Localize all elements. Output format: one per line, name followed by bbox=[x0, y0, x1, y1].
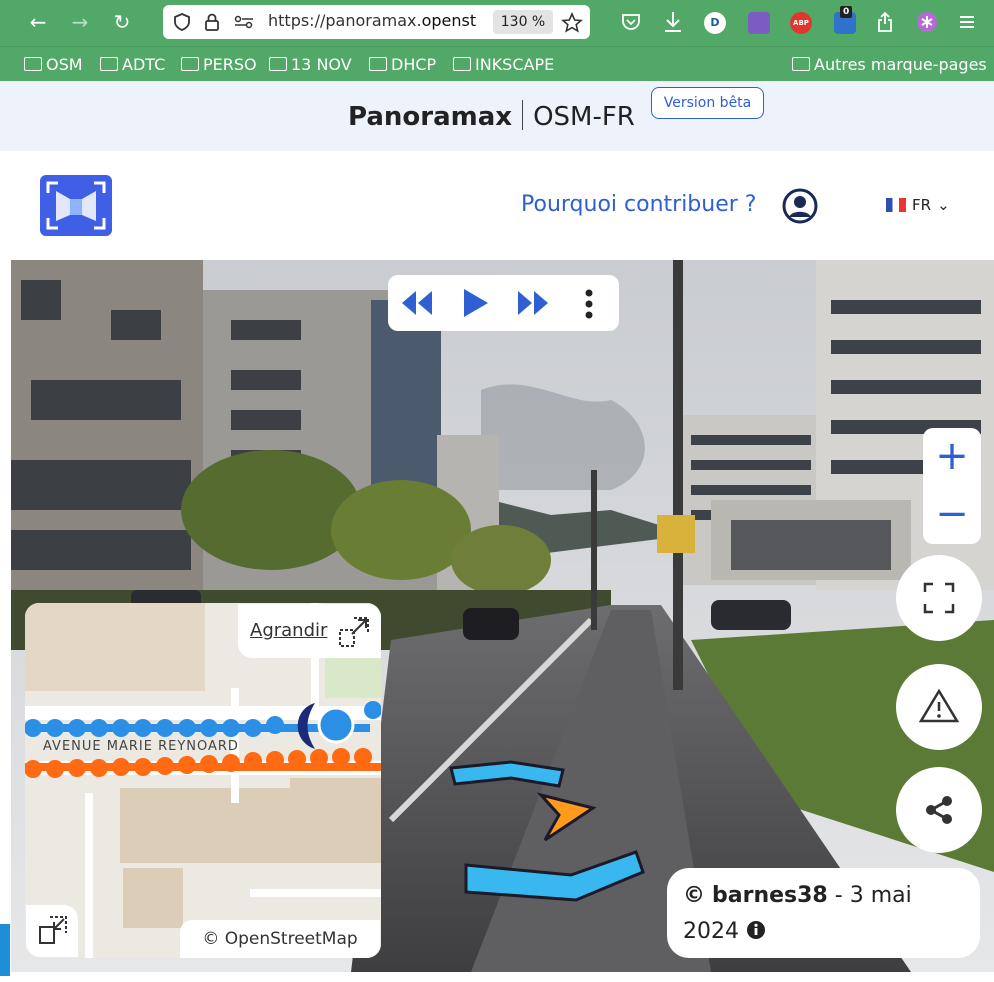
bookmark-inkscape[interactable]: INKSCAPE bbox=[453, 55, 554, 74]
site-brand: Panoramax OSM-FR bbox=[348, 100, 635, 132]
photo-credit: © barnes38 - 3 mai 2024 bbox=[667, 868, 980, 958]
back-arrow-icon[interactable]: ← bbox=[24, 8, 52, 36]
extension-counter-icon[interactable]: 0 bbox=[834, 6, 856, 34]
bookmark-adtc[interactable]: ADTC bbox=[100, 55, 165, 74]
download-icon[interactable] bbox=[662, 10, 684, 34]
bookmark-label: Autres marque-pages bbox=[814, 55, 987, 74]
language-selector[interactable]: FR ⌄ bbox=[886, 196, 950, 214]
zoom-level-badge[interactable]: 130 % bbox=[493, 10, 553, 34]
share-icon bbox=[926, 796, 952, 824]
bookmarks-bar: OSM ADTC PERSO 13 NOV DHCP INKSCAPE Autr… bbox=[0, 46, 994, 82]
share-extension-icon[interactable] bbox=[874, 10, 896, 34]
copyright-symbol: © bbox=[683, 883, 705, 908]
extension-d-icon[interactable]: D bbox=[704, 12, 726, 34]
bookmark-label: INKSCAPE bbox=[475, 55, 555, 74]
folder-icon bbox=[269, 57, 287, 71]
url-domain: openst bbox=[421, 11, 477, 30]
bookmark-label: DHCP bbox=[391, 55, 437, 74]
zoom-out-button[interactable]: − bbox=[923, 486, 981, 544]
folder-icon bbox=[181, 57, 199, 71]
fast-forward-icon[interactable] bbox=[514, 289, 552, 317]
shield-icon bbox=[174, 13, 190, 31]
bookmark-label: PERSO bbox=[203, 55, 257, 74]
sequence-player bbox=[388, 275, 619, 331]
collapse-icon bbox=[39, 916, 67, 944]
collapse-map-button[interactable] bbox=[26, 905, 78, 957]
map-road-label: AVENUE MARIE REYNOARD bbox=[43, 739, 239, 754]
hamburger-menu-icon[interactable] bbox=[958, 13, 976, 31]
reload-icon[interactable]: ↻ bbox=[108, 8, 136, 36]
fullscreen-icon bbox=[923, 582, 955, 614]
extension-puzzle-icon[interactable] bbox=[748, 12, 770, 34]
credit-text: © barnes38 - 3 mai 2024 bbox=[683, 878, 973, 950]
beta-badge[interactable]: Version bêta bbox=[651, 87, 764, 119]
fullscreen-button[interactable] bbox=[896, 555, 982, 641]
french-flag-icon bbox=[886, 198, 906, 212]
zoom-control: + − bbox=[923, 428, 981, 544]
bookmark-13-nov[interactable]: 13 NOV bbox=[269, 55, 352, 74]
url-text[interactable]: https://panoramax.openst bbox=[268, 11, 488, 30]
why-contribute-link[interactable]: Pourquoi contribuer ? bbox=[521, 192, 756, 217]
extension-asterisk-icon[interactable] bbox=[916, 11, 938, 33]
adblock-plus-icon[interactable]: ABP bbox=[790, 12, 812, 34]
permissions-icon[interactable] bbox=[233, 14, 255, 30]
url-prefix: https://panoramax. bbox=[268, 11, 422, 30]
more-options-icon[interactable] bbox=[584, 288, 594, 320]
brand-separator bbox=[522, 100, 524, 130]
rewind-icon[interactable] bbox=[398, 289, 436, 317]
bookmark-perso[interactable]: PERSO bbox=[181, 55, 257, 74]
user-account-icon[interactable] bbox=[782, 188, 818, 224]
report-button[interactable] bbox=[896, 664, 982, 750]
expand-map-button[interactable]: Agrandir bbox=[238, 604, 381, 658]
bookmark-label: OSM bbox=[46, 55, 83, 74]
star-bookmark-icon[interactable] bbox=[561, 12, 583, 34]
folder-icon bbox=[792, 57, 810, 71]
bookmark-label: 13 NOV bbox=[291, 55, 352, 74]
expand-map-label: Agrandir bbox=[250, 620, 328, 641]
forward-arrow-icon[interactable]: → bbox=[66, 8, 94, 36]
zoom-in-button[interactable]: + bbox=[923, 428, 981, 486]
folder-icon bbox=[453, 57, 471, 71]
folder-icon bbox=[100, 57, 118, 71]
instance-name: OSM-FR bbox=[533, 102, 635, 132]
lock-icon bbox=[205, 13, 219, 31]
credit-dash: - bbox=[834, 883, 843, 908]
url-bar[interactable]: https://panoramax.openst 130 % bbox=[163, 5, 590, 39]
browser-toolbar: ← → ↻ https://panoramax.openst 130 % D A… bbox=[0, 0, 994, 46]
folder-icon bbox=[24, 57, 42, 71]
language-code: FR bbox=[912, 196, 932, 214]
pocket-icon[interactable] bbox=[620, 11, 642, 33]
brand-name: Panoramax bbox=[348, 102, 513, 132]
author-name[interactable]: barnes38 bbox=[712, 883, 828, 908]
bookmark-osm[interactable]: OSM bbox=[24, 55, 83, 74]
expand-icon bbox=[339, 617, 369, 647]
info-icon[interactable] bbox=[746, 920, 766, 940]
bookmark-other[interactable]: Autres marque-pages bbox=[792, 55, 987, 74]
play-icon[interactable] bbox=[460, 287, 490, 319]
bookmark-dhcp[interactable]: DHCP bbox=[369, 55, 436, 74]
osm-attribution[interactable]: © OpenStreetMap bbox=[180, 920, 380, 958]
chevron-down-icon: ⌄ bbox=[937, 196, 950, 214]
extension-counter-badge: 0 bbox=[840, 6, 853, 18]
panoramax-logo[interactable] bbox=[40, 175, 112, 236]
site-navbar bbox=[0, 151, 994, 260]
share-button[interactable] bbox=[896, 767, 982, 853]
folder-icon bbox=[369, 57, 387, 71]
bookmark-label: ADTC bbox=[122, 55, 166, 74]
logo-icon bbox=[46, 181, 106, 230]
side-tab[interactable] bbox=[0, 924, 10, 976]
warning-icon bbox=[919, 688, 959, 723]
